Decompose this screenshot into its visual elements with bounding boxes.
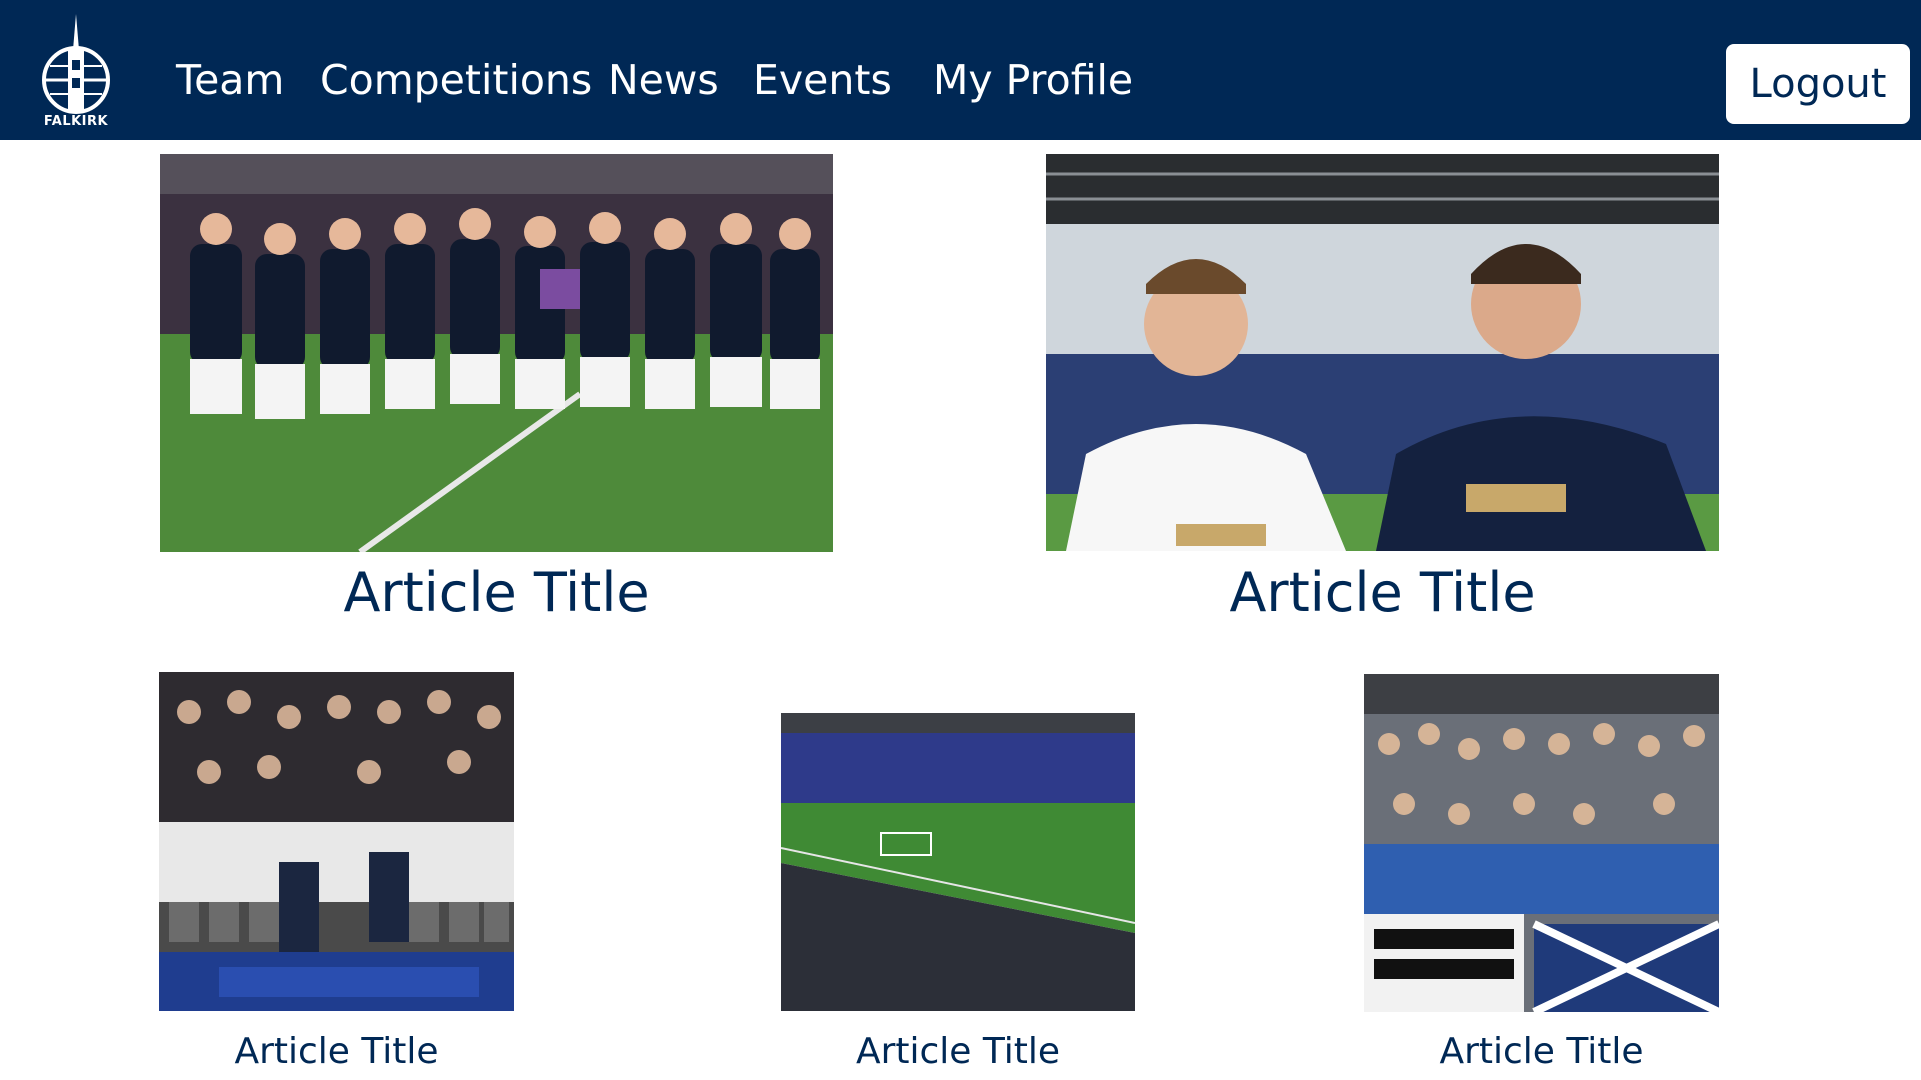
logo-text: FALKIRK <box>43 114 109 129</box>
nav-item-competitions[interactable]: Competitions <box>320 52 592 108</box>
nav-item-events[interactable]: Events <box>753 52 892 108</box>
article-image-2[interactable] <box>781 673 1135 1011</box>
featured-article-title-1[interactable]: Article Title <box>160 558 833 628</box>
featured-article-image-1[interactable] <box>160 154 833 552</box>
goal-celebration-crowd-photo <box>159 672 514 1011</box>
article-title-1[interactable]: Article Title <box>159 1028 514 1076</box>
two-players-stadium-photo <box>1046 154 1719 551</box>
article-image-3[interactable] <box>1364 674 1719 1012</box>
nav-item-team[interactable]: Team <box>176 52 284 108</box>
top-navbar: FALKIRK Team Competitions News Events My… <box>0 0 1921 140</box>
article-title-3[interactable]: Article Title <box>1364 1028 1719 1076</box>
stadium-pitch-photo <box>781 673 1135 1011</box>
falkirk-logo[interactable]: FALKIRK <box>38 10 114 130</box>
fans-with-banners-photo <box>1364 674 1719 1012</box>
article-title-2[interactable]: Article Title <box>781 1028 1135 1076</box>
team-celebration-photo <box>160 154 833 552</box>
featured-article-image-2[interactable] <box>1046 154 1719 551</box>
falkirk-steeple-crest-icon <box>42 14 110 114</box>
nav-item-my-profile[interactable]: My Profile <box>933 52 1133 108</box>
article-image-1[interactable] <box>159 672 514 1011</box>
nav-item-news[interactable]: News <box>608 52 719 108</box>
logout-button[interactable]: Logout <box>1726 44 1910 124</box>
featured-article-title-2[interactable]: Article Title <box>1046 558 1719 628</box>
